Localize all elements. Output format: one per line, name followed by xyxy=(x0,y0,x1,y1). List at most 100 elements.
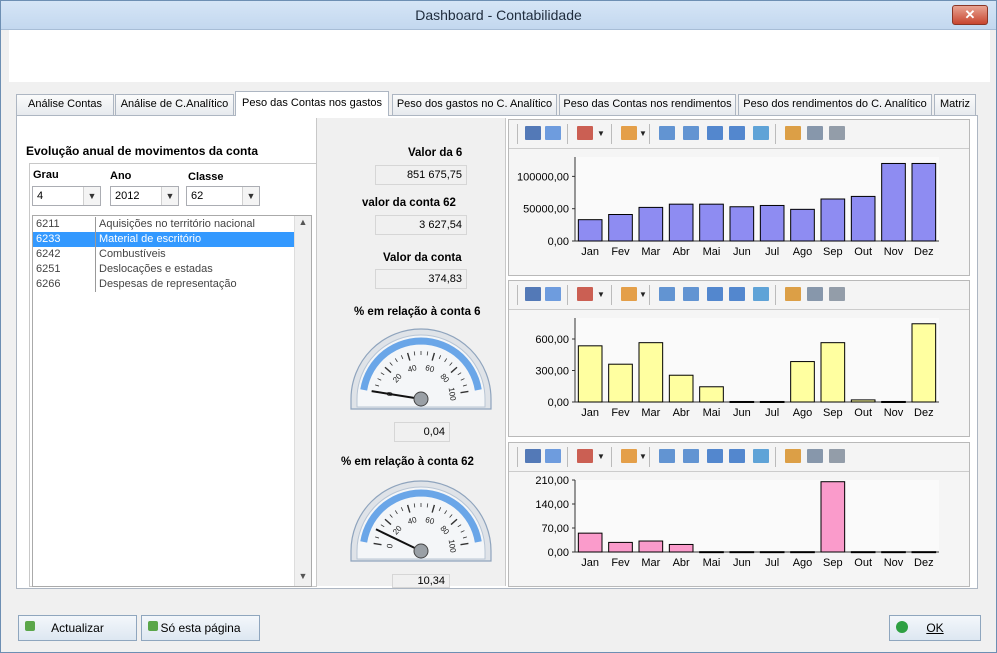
bar xyxy=(881,162,906,242)
actualizar-button[interactable]: Actualizar xyxy=(18,615,137,641)
x-tick-label: Abr xyxy=(673,557,690,569)
tab-peso-contas-rendimentos[interactable]: Peso das Contas nos rendimentos xyxy=(559,94,736,115)
image-icon[interactable] xyxy=(753,287,769,301)
grau-select[interactable]: 4 ▼ xyxy=(32,186,101,206)
report2-icon[interactable] xyxy=(683,449,699,463)
palette-icon[interactable] xyxy=(621,287,637,301)
scroll-down-icon[interactable]: ▼ xyxy=(295,571,311,585)
report-icon[interactable] xyxy=(659,126,675,140)
toolbar-separator xyxy=(649,285,650,305)
bar xyxy=(577,532,603,553)
bar xyxy=(790,551,815,554)
palette-icon[interactable] xyxy=(621,449,637,463)
gauge-tick xyxy=(413,503,416,508)
dropdown-arrow-icon[interactable]: ▼ xyxy=(597,452,605,461)
chart-panel-1: ▼ ▼ 0,00 50000,00 100000,00 Jan Fev Mar Abr Mai J… xyxy=(508,119,970,276)
ano-select[interactable]: 2012 ▼ xyxy=(110,186,179,206)
list-item-selected[interactable]: 6233 Material de escritório xyxy=(33,232,295,247)
image-icon[interactable] xyxy=(753,449,769,463)
list-icon[interactable] xyxy=(707,126,723,140)
x-tick-label: Fev xyxy=(611,407,630,419)
list-icon[interactable] xyxy=(707,449,723,463)
chart-type-icon[interactable] xyxy=(577,126,593,140)
gauge-tick xyxy=(426,351,429,356)
list-item[interactable]: 6211 Aquisições no território nacional xyxy=(33,217,295,232)
report-icon[interactable] xyxy=(659,287,675,301)
copy-icon[interactable] xyxy=(545,449,561,463)
close-button[interactable]: ✕ xyxy=(952,5,988,25)
ok-button[interactable]: OK xyxy=(889,615,981,641)
grid-icon[interactable] xyxy=(729,126,745,140)
chart-type-icon[interactable] xyxy=(577,449,593,463)
scroll-up-icon[interactable]: ▲ xyxy=(295,217,311,231)
chart-type-icon[interactable] xyxy=(577,287,593,301)
report2-icon[interactable] xyxy=(683,126,699,140)
x-tick-label: Sep xyxy=(823,557,843,569)
zoom-icon[interactable] xyxy=(785,449,801,463)
classe-select[interactable]: 62 ▼ xyxy=(186,186,260,206)
save-icon[interactable] xyxy=(525,287,541,301)
check-icon xyxy=(896,621,908,633)
valor62-value: 3 627,54 xyxy=(375,215,467,235)
dropdown-arrow-icon[interactable]: ▼ xyxy=(639,129,647,138)
zoom-icon[interactable] xyxy=(785,126,801,140)
preview-icon[interactable] xyxy=(807,126,823,140)
save-icon[interactable] xyxy=(525,126,541,140)
chevron-down-icon: ▼ xyxy=(83,187,100,205)
bar xyxy=(608,541,633,553)
list-scrollbar[interactable]: ▲ ▼ xyxy=(294,216,311,586)
account-list[interactable]: 6211 Aquisições no território nacional 62… xyxy=(32,215,312,587)
dropdown-arrow-icon[interactable]: ▼ xyxy=(597,129,605,138)
x-tick-label: Out xyxy=(854,557,872,569)
grid-icon[interactable] xyxy=(729,287,745,301)
zoom-icon[interactable] xyxy=(785,287,801,301)
bar xyxy=(911,323,937,403)
y-tick-label: 0,00 xyxy=(548,397,569,409)
gauge-conta-6: 020406080100 xyxy=(350,328,492,410)
bar xyxy=(850,195,876,242)
list-item[interactable]: 6251 Deslocações e estadas xyxy=(33,262,295,277)
bar xyxy=(820,342,846,403)
x-tick-label: Out xyxy=(854,407,872,419)
report-icon[interactable] xyxy=(659,449,675,463)
toolbar-separator xyxy=(649,124,650,144)
dropdown-arrow-icon[interactable]: ▼ xyxy=(639,290,647,299)
print-icon[interactable] xyxy=(829,449,845,463)
tab-matriz[interactable]: Matriz xyxy=(934,94,976,115)
list-item[interactable]: 6242 Combustíveis xyxy=(33,247,295,262)
gauge-conta-62: 02040 6080100 xyxy=(350,480,492,562)
valor-conta-value: 374,83 xyxy=(375,269,467,289)
gauge2-label: % em relação à conta 62 xyxy=(341,456,474,468)
header-area xyxy=(9,30,990,82)
y-tick-label: 0,00 xyxy=(548,236,569,248)
list-item[interactable]: 6266 Despesas de representação xyxy=(33,277,295,292)
toolbar-separator xyxy=(567,124,568,144)
x-tick-label: Abr xyxy=(673,246,690,258)
so-esta-pagina-button[interactable]: Só esta página xyxy=(141,615,260,641)
x-tick-label: Mai xyxy=(703,557,721,569)
toolbar-separator xyxy=(517,124,518,144)
dropdown-arrow-icon[interactable]: ▼ xyxy=(597,290,605,299)
grid-icon[interactable] xyxy=(729,449,745,463)
tab-peso-rendimentos-c-analitico[interactable]: Peso dos rendimentos do C. Analítico xyxy=(738,94,932,115)
image-icon[interactable] xyxy=(753,126,769,140)
bar xyxy=(820,481,846,553)
preview-icon[interactable] xyxy=(807,287,823,301)
print-icon[interactable] xyxy=(829,287,845,301)
copy-icon[interactable] xyxy=(545,126,561,140)
tab-analise-c-analitico[interactable]: Análise de C.Analítico xyxy=(115,94,234,115)
tab-peso-gastos-c-analitico[interactable]: Peso dos gastos no C. Analítico xyxy=(392,94,557,115)
palette-icon[interactable] xyxy=(621,126,637,140)
preview-icon[interactable] xyxy=(807,449,823,463)
bar xyxy=(729,400,755,403)
print-icon[interactable] xyxy=(829,126,845,140)
list-icon[interactable] xyxy=(707,287,723,301)
report2-icon[interactable] xyxy=(683,287,699,301)
copy-icon[interactable] xyxy=(545,287,561,301)
dropdown-arrow-icon[interactable]: ▼ xyxy=(639,452,647,461)
tab-analise-contas[interactable]: Análise Contas xyxy=(16,94,114,115)
x-tick-label: Ago xyxy=(793,246,813,258)
bar xyxy=(699,203,724,242)
save-icon[interactable] xyxy=(525,449,541,463)
tab-peso-contas-gastos[interactable]: Peso das Contas nos gastos xyxy=(235,91,389,116)
